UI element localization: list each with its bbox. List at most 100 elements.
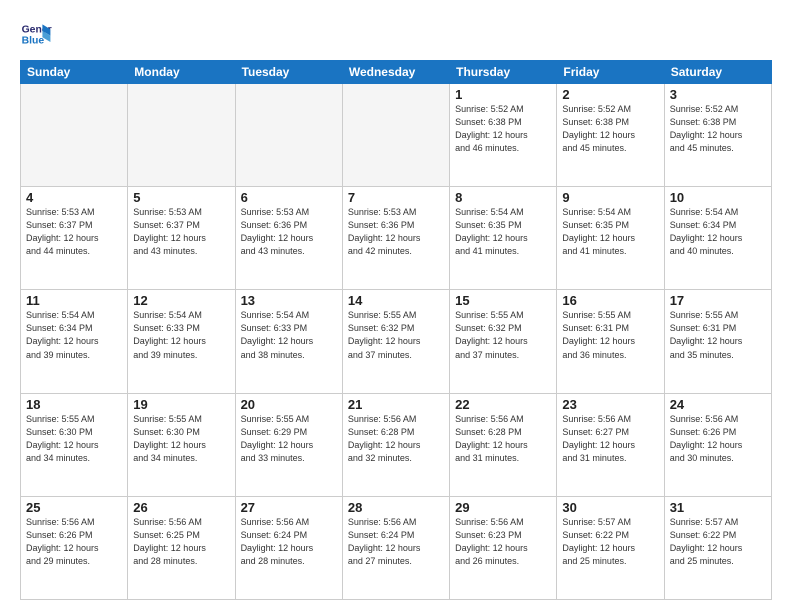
calendar-week-3: 11Sunrise: 5:54 AM Sunset: 6:34 PM Dayli… — [21, 290, 772, 393]
day-info: Sunrise: 5:56 AM Sunset: 6:23 PM Dayligh… — [455, 516, 551, 568]
svg-text:Blue: Blue — [22, 36, 45, 47]
day-info: Sunrise: 5:52 AM Sunset: 6:38 PM Dayligh… — [455, 103, 551, 155]
col-header-monday: Monday — [128, 61, 235, 84]
day-number: 2 — [562, 87, 658, 102]
calendar-cell — [128, 84, 235, 187]
calendar-cell: 16Sunrise: 5:55 AM Sunset: 6:31 PM Dayli… — [557, 290, 664, 393]
calendar-cell: 19Sunrise: 5:55 AM Sunset: 6:30 PM Dayli… — [128, 393, 235, 496]
calendar-week-4: 18Sunrise: 5:55 AM Sunset: 6:30 PM Dayli… — [21, 393, 772, 496]
calendar-cell: 11Sunrise: 5:54 AM Sunset: 6:34 PM Dayli… — [21, 290, 128, 393]
calendar-week-2: 4 Sunrise: 5:53 AM Sunset: 6:37 PM Daylig… — [21, 187, 772, 290]
day-number: 27 — [241, 500, 337, 515]
calendar-cell: 8Sunrise: 5:54 AM Sunset: 6:35 PM Daylig… — [450, 187, 557, 290]
day-info: Sunrise: 5:55 AM Sunset: 6:32 PM Dayligh… — [455, 309, 551, 361]
calendar-cell: 28Sunrise: 5:56 AM Sunset: 6:24 PM Dayli… — [342, 496, 449, 599]
day-number: 13 — [241, 293, 337, 308]
day-info: Sunrise: 5:54 AM Sunset: 6:34 PM Dayligh… — [26, 309, 122, 361]
calendar-cell: 26Sunrise: 5:56 AM Sunset: 6:25 PM Dayli… — [128, 496, 235, 599]
day-number: 24 — [670, 397, 766, 412]
day-info: Sunrise: 5:55 AM Sunset: 6:31 PM Dayligh… — [670, 309, 766, 361]
calendar-cell: 21Sunrise: 5:56 AM Sunset: 6:28 PM Dayli… — [342, 393, 449, 496]
col-header-tuesday: Tuesday — [235, 61, 342, 84]
day-info: Sunrise: 5:56 AM Sunset: 6:28 PM Dayligh… — [348, 413, 444, 465]
day-info: Sunrise: 5:53 AM Sunset: 6:37 PM Dayligh… — [133, 206, 229, 258]
day-info: Sunrise: 5:54 AM Sunset: 6:34 PM Dayligh… — [670, 206, 766, 258]
calendar-cell: 14Sunrise: 5:55 AM Sunset: 6:32 PM Dayli… — [342, 290, 449, 393]
calendar-week-1: 1Sunrise: 5:52 AM Sunset: 6:38 PM Daylig… — [21, 84, 772, 187]
calendar-cell: 1Sunrise: 5:52 AM Sunset: 6:38 PM Daylig… — [450, 84, 557, 187]
day-number: 23 — [562, 397, 658, 412]
calendar-table: SundayMondayTuesdayWednesdayThursdayFrid… — [20, 60, 772, 600]
calendar-cell: 20Sunrise: 5:55 AM Sunset: 6:29 PM Dayli… — [235, 393, 342, 496]
day-number: 16 — [562, 293, 658, 308]
col-header-wednesday: Wednesday — [342, 61, 449, 84]
calendar-cell: 15Sunrise: 5:55 AM Sunset: 6:32 PM Dayli… — [450, 290, 557, 393]
day-info: Sunrise: 5:55 AM Sunset: 6:30 PM Dayligh… — [133, 413, 229, 465]
calendar-cell: 6Sunrise: 5:53 AM Sunset: 6:36 PM Daylig… — [235, 187, 342, 290]
calendar-header-row: SundayMondayTuesdayWednesdayThursdayFrid… — [21, 61, 772, 84]
calendar-cell: 2Sunrise: 5:52 AM Sunset: 6:38 PM Daylig… — [557, 84, 664, 187]
calendar-cell: 17Sunrise: 5:55 AM Sunset: 6:31 PM Dayli… — [664, 290, 771, 393]
day-number: 31 — [670, 500, 766, 515]
calendar-cell: 29Sunrise: 5:56 AM Sunset: 6:23 PM Dayli… — [450, 496, 557, 599]
day-info: Sunrise: 5:54 AM Sunset: 6:35 PM Dayligh… — [455, 206, 551, 258]
calendar-cell: 13Sunrise: 5:54 AM Sunset: 6:33 PM Dayli… — [235, 290, 342, 393]
calendar-cell: 5Sunrise: 5:53 AM Sunset: 6:37 PM Daylig… — [128, 187, 235, 290]
day-info: Sunrise: 5:53 AM Sunset: 6:36 PM Dayligh… — [348, 206, 444, 258]
day-number: 11 — [26, 293, 122, 308]
calendar-cell: 27Sunrise: 5:56 AM Sunset: 6:24 PM Dayli… — [235, 496, 342, 599]
calendar-week-5: 25Sunrise: 5:56 AM Sunset: 6:26 PM Dayli… — [21, 496, 772, 599]
day-number: 17 — [670, 293, 766, 308]
day-number: 12 — [133, 293, 229, 308]
day-number: 19 — [133, 397, 229, 412]
day-number: 3 — [670, 87, 766, 102]
day-number: 29 — [455, 500, 551, 515]
day-info: Sunrise: 5:56 AM Sunset: 6:24 PM Dayligh… — [348, 516, 444, 568]
col-header-sunday: Sunday — [21, 61, 128, 84]
calendar-cell: 10Sunrise: 5:54 AM Sunset: 6:34 PM Dayli… — [664, 187, 771, 290]
col-header-thursday: Thursday — [450, 61, 557, 84]
day-info: Sunrise: 5:53 AM Sunset: 6:36 PM Dayligh… — [241, 206, 337, 258]
day-number: 5 — [133, 190, 229, 205]
day-number: 1 — [455, 87, 551, 102]
day-info: Sunrise: 5:55 AM Sunset: 6:32 PM Dayligh… — [348, 309, 444, 361]
day-number: 30 — [562, 500, 658, 515]
calendar-cell — [235, 84, 342, 187]
day-number: 4 — [26, 190, 122, 205]
day-number: 15 — [455, 293, 551, 308]
day-number: 20 — [241, 397, 337, 412]
calendar-cell — [342, 84, 449, 187]
day-number: 28 — [348, 500, 444, 515]
day-number: 26 — [133, 500, 229, 515]
logo-icon: General Blue — [20, 18, 52, 50]
day-number: 21 — [348, 397, 444, 412]
calendar-cell: 25Sunrise: 5:56 AM Sunset: 6:26 PM Dayli… — [21, 496, 128, 599]
day-info: Sunrise: 5:55 AM Sunset: 6:30 PM Dayligh… — [26, 413, 122, 465]
day-info: Sunrise: 5:55 AM Sunset: 6:29 PM Dayligh… — [241, 413, 337, 465]
calendar-cell — [21, 84, 128, 187]
calendar-cell: 23Sunrise: 5:56 AM Sunset: 6:27 PM Dayli… — [557, 393, 664, 496]
day-info: Sunrise: 5:55 AM Sunset: 6:31 PM Dayligh… — [562, 309, 658, 361]
day-number: 7 — [348, 190, 444, 205]
header: General Blue — [20, 18, 772, 50]
day-number: 18 — [26, 397, 122, 412]
calendar-page: General Blue SundayMondayTuesdayWednesda… — [0, 0, 792, 612]
day-number: 8 — [455, 190, 551, 205]
day-info: Sunrise: 5:56 AM Sunset: 6:24 PM Dayligh… — [241, 516, 337, 568]
col-header-friday: Friday — [557, 61, 664, 84]
day-info: Sunrise: 5:56 AM Sunset: 6:26 PM Dayligh… — [26, 516, 122, 568]
calendar-cell: 4Sunrise: 5:53 AM Sunset: 6:37 PM Daylig… — [21, 187, 128, 290]
col-header-saturday: Saturday — [664, 61, 771, 84]
day-number: 25 — [26, 500, 122, 515]
day-info: Sunrise: 5:57 AM Sunset: 6:22 PM Dayligh… — [670, 516, 766, 568]
calendar-cell: 24Sunrise: 5:56 AM Sunset: 6:26 PM Dayli… — [664, 393, 771, 496]
day-number: 22 — [455, 397, 551, 412]
day-info: Sunrise: 5:54 AM Sunset: 6:35 PM Dayligh… — [562, 206, 658, 258]
day-info: Sunrise: 5:56 AM Sunset: 6:27 PM Dayligh… — [562, 413, 658, 465]
day-info: Sunrise: 5:56 AM Sunset: 6:26 PM Dayligh… — [670, 413, 766, 465]
day-number: 14 — [348, 293, 444, 308]
day-number: 10 — [670, 190, 766, 205]
calendar-cell: 31Sunrise: 5:57 AM Sunset: 6:22 PM Dayli… — [664, 496, 771, 599]
day-info: Sunrise: 5:57 AM Sunset: 6:22 PM Dayligh… — [562, 516, 658, 568]
day-info: Sunrise: 5:56 AM Sunset: 6:28 PM Dayligh… — [455, 413, 551, 465]
